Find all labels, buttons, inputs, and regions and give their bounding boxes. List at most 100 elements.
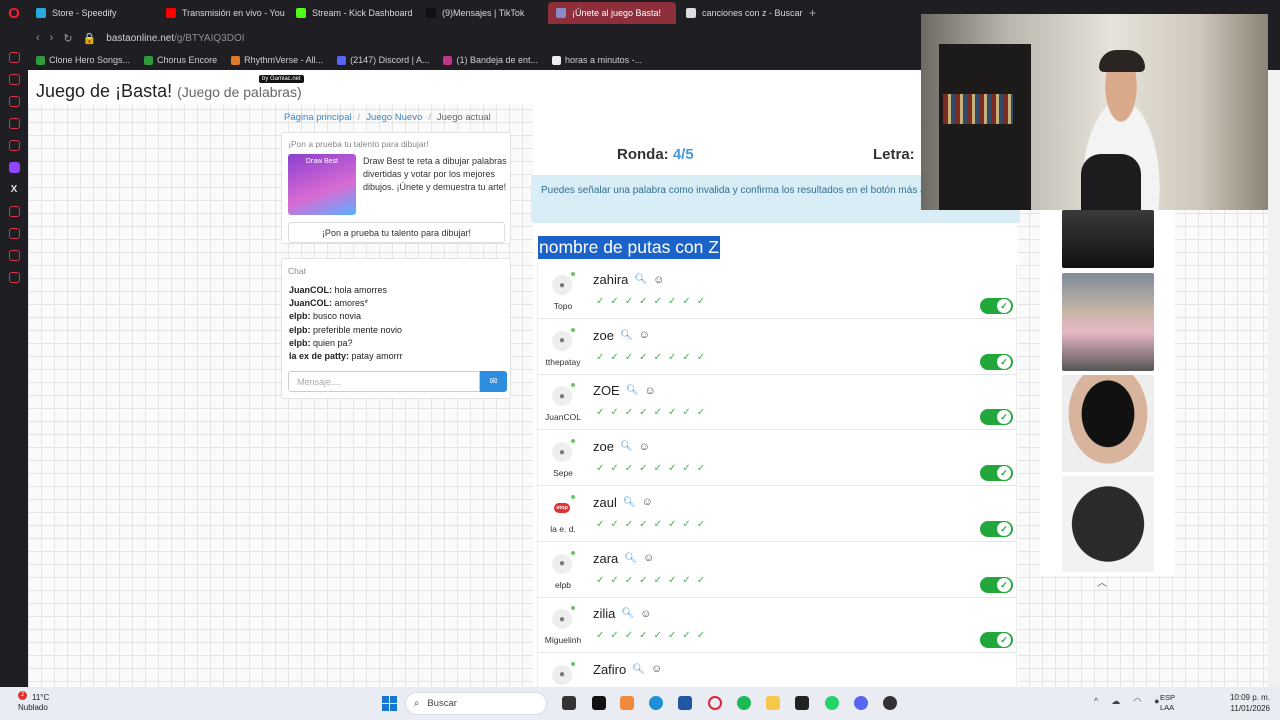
capcut-icon[interactable] xyxy=(592,696,606,710)
copilot-icon[interactable] xyxy=(620,696,634,710)
clock[interactable]: 10:09 p. m. 11/01/2026 xyxy=(1230,692,1270,714)
messenger-icon[interactable] xyxy=(8,52,20,63)
smiley-icon[interactable]: ☺ xyxy=(640,608,651,620)
bookmark-item[interactable]: RhythmVerse - All... xyxy=(231,55,323,65)
player-username: Topo xyxy=(553,301,573,311)
chat-text: patay amorrr xyxy=(351,351,403,362)
explorer-icon[interactable] xyxy=(766,696,780,710)
chat-input[interactable]: Mensaje.... xyxy=(288,371,480,392)
settings-icon[interactable] xyxy=(8,206,20,217)
wallet-icon[interactable] xyxy=(8,96,20,107)
chevron-up-icon[interactable]: ^ xyxy=(1094,696,1098,707)
search-icon[interactable]: 🔍︎ xyxy=(620,441,633,452)
bookmark-icon xyxy=(144,55,154,65)
smiley-icon[interactable]: ☺ xyxy=(643,552,654,564)
check-icon: ✓ xyxy=(667,463,677,475)
promo-button[interactable]: ¡Pon a prueba tu talento para dibujar! xyxy=(288,222,505,243)
twitch-icon[interactable] xyxy=(8,162,20,173)
ad-image-hoodie[interactable] xyxy=(1062,476,1154,572)
epic-games-icon[interactable] xyxy=(795,696,809,710)
obs-icon[interactable] xyxy=(883,696,897,710)
valid-toggle[interactable] xyxy=(980,576,1013,593)
player-icon[interactable] xyxy=(8,140,20,151)
new-tab-button[interactable]: + xyxy=(803,6,822,20)
smiley-icon[interactable]: ☺ xyxy=(639,329,650,341)
valid-toggle[interactable] xyxy=(980,298,1013,314)
discord-icon[interactable] xyxy=(854,696,868,710)
start-button[interactable] xyxy=(382,696,397,711)
check-icon: ✓ xyxy=(596,407,605,419)
smiley-icon[interactable]: ☺ xyxy=(644,385,655,397)
back-icon[interactable]: ‹ xyxy=(36,32,40,44)
mic-icon[interactable]: ● xyxy=(1154,696,1159,707)
opera-logo-icon[interactable]: O xyxy=(0,0,28,26)
valid-toggle[interactable] xyxy=(980,353,1013,370)
streamer-hair xyxy=(1099,50,1145,72)
search-icon[interactable]: 🔍︎ xyxy=(626,385,639,396)
browser-tab[interactable]: ¡Únete al juego Basta! xyxy=(548,2,676,24)
news-icon[interactable] xyxy=(8,118,20,129)
weather-desc: Nublado xyxy=(18,703,48,712)
language-indicator[interactable]: ESP LAA xyxy=(1160,693,1175,713)
history-icon[interactable] xyxy=(8,74,20,85)
ad-image-top[interactable] xyxy=(1062,375,1154,472)
page-scrollbar[interactable] xyxy=(1268,70,1280,687)
breadcrumb-home[interactable]: Página principal xyxy=(284,112,352,123)
wifi-icon[interactable]: ◠ xyxy=(1133,696,1141,707)
search-icon[interactable]: 🔍︎ xyxy=(623,497,636,508)
search-icon[interactable]: 🔍︎ xyxy=(620,330,633,341)
smiley-icon[interactable]: ☺ xyxy=(651,663,662,675)
taskbar-search[interactable]: ⌕ Buscar xyxy=(405,692,547,715)
valid-toggle[interactable] xyxy=(980,520,1013,537)
smiley-icon[interactable]: ☺ xyxy=(653,274,664,286)
cloud-icon[interactable]: ☁ xyxy=(1111,696,1120,707)
browser-tab[interactable]: Transmisión en vivo - You xyxy=(158,2,286,24)
browser-tab[interactable]: Store - Speedify xyxy=(28,2,156,24)
chat-text: busco novia xyxy=(313,311,362,322)
forward-icon[interactable]: › xyxy=(50,32,54,44)
gear-icon[interactable] xyxy=(8,272,20,283)
spotify-icon[interactable] xyxy=(737,696,751,710)
chat-send-button[interactable]: ✉ xyxy=(480,371,507,392)
draw-best-image[interactable]: Draw Best xyxy=(288,154,356,215)
task-view-icon[interactable] xyxy=(562,696,576,710)
browser-tab[interactable]: Stream - Kick Dashboard xyxy=(288,2,416,24)
gamiac-badge[interactable]: by Gamiac.net xyxy=(259,75,304,83)
search-icon[interactable]: 🔍︎ xyxy=(624,553,637,564)
smiley-icon[interactable]: ☺ xyxy=(642,496,653,508)
opera-icon[interactable] xyxy=(708,696,722,710)
chevron-up-icon[interactable]: ︿ xyxy=(1097,574,1107,589)
reload-icon[interactable]: ↻ xyxy=(63,32,72,45)
ad-image-shirt[interactable] xyxy=(1062,210,1154,268)
browser-tab[interactable]: canciones con z - Buscar xyxy=(678,2,803,24)
browser-tab[interactable]: (9)Mensajes | TikTok xyxy=(418,2,546,24)
x-icon[interactable]: X xyxy=(9,184,20,195)
whatsapp-icon[interactable] xyxy=(825,696,839,710)
url-field[interactable]: bastaonline.net/g/BTYAIQ3DOI xyxy=(106,33,244,44)
ad-image-dress[interactable] xyxy=(1062,273,1154,371)
bookmark-label: Chorus Encore xyxy=(157,55,218,65)
store-icon[interactable] xyxy=(678,696,692,710)
valid-toggle[interactable] xyxy=(980,632,1013,649)
bookmark-item[interactable]: Clone Hero Songs... xyxy=(36,55,130,65)
edge-icon[interactable] xyxy=(649,696,663,710)
online-indicator xyxy=(571,383,575,388)
check-icon: ✓ xyxy=(610,463,619,475)
search-icon[interactable]: 🔍︎ xyxy=(634,274,647,285)
chat-text: amores* xyxy=(334,298,369,309)
smiley-icon[interactable]: ☺ xyxy=(639,441,650,453)
valid-toggle[interactable] xyxy=(980,409,1013,426)
chat-user: la ex de patty: xyxy=(289,351,350,362)
bookmark-item[interactable]: (1) Bandeja de ent... xyxy=(443,55,538,65)
weather-widget[interactable]: 2 11°C Nublado xyxy=(18,691,49,713)
valid-toggle[interactable] xyxy=(980,465,1013,482)
vote-checks: ✓ ✓ ✓ ✓ ✓ ✓ ✓ ✓ xyxy=(596,296,705,307)
bookmark-item[interactable]: horas a minutos -... xyxy=(552,55,642,65)
search-icon[interactable]: 🔍︎ xyxy=(621,608,634,619)
bookmark-item[interactable]: (2147) Discord | A... xyxy=(337,55,429,65)
clock-icon[interactable] xyxy=(8,228,20,239)
breadcrumb-new-game[interactable]: Juego Nuevo xyxy=(366,112,422,123)
search-icon[interactable]: 🔍︎ xyxy=(632,664,645,675)
bookmark-item[interactable]: Chorus Encore xyxy=(144,55,217,65)
extensions-icon[interactable] xyxy=(8,250,20,261)
